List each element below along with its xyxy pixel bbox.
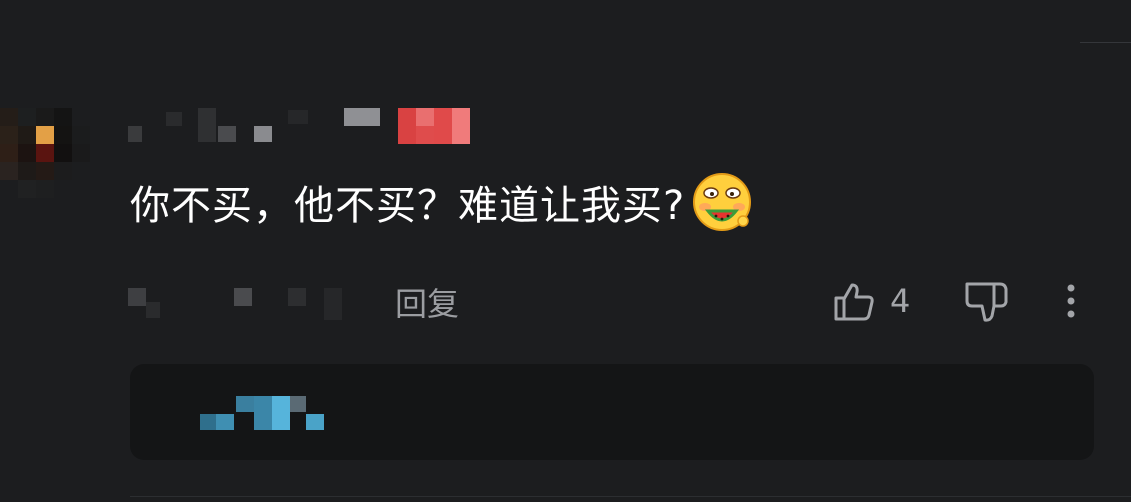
watermelon-eating-face-emoji-icon <box>693 173 752 231</box>
reply-button[interactable]: 回复 <box>395 280 459 324</box>
thumbs-up-icon <box>834 283 874 321</box>
more-vertical-icon <box>1067 284 1075 318</box>
reply-label: 回复 <box>395 285 460 323</box>
divider <box>1080 42 1131 43</box>
reply-preview-text <box>200 396 340 432</box>
dislike-button[interactable] <box>964 278 1010 324</box>
comment-screen: 你不买，他不买？难道让我买? 回复 4 <box>0 0 1131 502</box>
level-badge <box>398 108 470 144</box>
avatar[interactable] <box>0 108 90 198</box>
more-options-button[interactable] <box>1056 280 1086 324</box>
comment-body: 你不买，他不买？难道让我买? <box>130 183 686 229</box>
username[interactable] <box>128 108 388 144</box>
like-count: 4 <box>890 282 911 320</box>
divider <box>130 496 1131 497</box>
comment-meta <box>128 284 358 320</box>
comment-text: 你不买，他不买？难道让我买? <box>130 172 753 232</box>
thumbs-down-icon <box>965 282 1008 322</box>
reply-preview[interactable] <box>130 364 1094 460</box>
like-button[interactable]: 4 <box>832 278 910 324</box>
